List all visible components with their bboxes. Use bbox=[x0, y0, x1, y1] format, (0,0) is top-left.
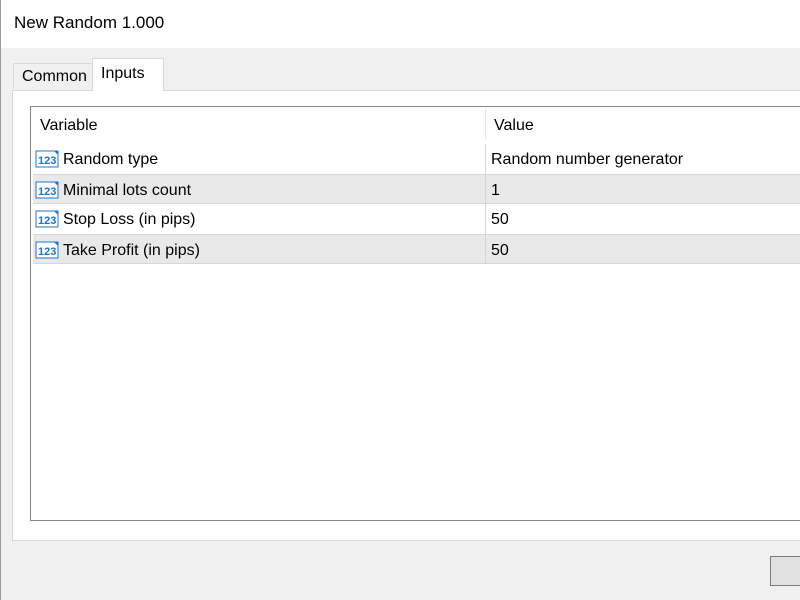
cell-divider bbox=[485, 144, 486, 174]
tab-inputs[interactable]: Inputs bbox=[92, 58, 164, 91]
svg-text:123: 123 bbox=[38, 246, 56, 258]
variable-name: Random type bbox=[63, 151, 159, 168]
cell-divider bbox=[485, 204, 486, 234]
table-row[interactable]: 123 Minimal lots count 1 bbox=[33, 174, 800, 204]
window-title: New Random 1.000 bbox=[14, 13, 165, 32]
column-header-variable[interactable]: Variable bbox=[31, 107, 495, 143]
number-123-icon: 123 bbox=[35, 150, 59, 168]
number-123-icon: 123 bbox=[35, 210, 59, 228]
cell-divider bbox=[485, 175, 486, 203]
table-row[interactable]: 123 Stop Loss (in pips) 50 bbox=[33, 204, 800, 234]
variable-value[interactable]: 50 bbox=[491, 235, 509, 265]
svg-text:123: 123 bbox=[38, 155, 56, 167]
variable-value[interactable]: 50 bbox=[491, 204, 509, 234]
window-border bbox=[0, 0, 1, 600]
table-row[interactable]: 123 Take Profit (in pips) 50 bbox=[33, 234, 800, 264]
svg-text:123: 123 bbox=[38, 215, 56, 227]
number-123-icon: 123 bbox=[35, 181, 59, 199]
title-bar: New Random 1.000 bbox=[0, 0, 800, 48]
variable-name: Stop Loss (in pips) bbox=[63, 211, 196, 228]
inputs-list-view[interactable]: Variable Value 123 Random type Random nu… bbox=[30, 106, 800, 521]
ok-button[interactable] bbox=[770, 556, 800, 586]
number-123-icon: 123 bbox=[35, 241, 59, 259]
variable-value[interactable]: Random number generator bbox=[491, 144, 683, 174]
variable-value[interactable]: 1 bbox=[491, 175, 500, 205]
variable-name: Take Profit (in pips) bbox=[63, 242, 200, 259]
column-header-value[interactable]: Value bbox=[486, 107, 800, 143]
cell-divider bbox=[485, 235, 486, 263]
tab-common[interactable]: Common bbox=[13, 63, 94, 89]
variable-name: Minimal lots count bbox=[63, 182, 192, 199]
list-header: Variable Value bbox=[31, 107, 800, 143]
svg-text:123: 123 bbox=[38, 186, 56, 198]
table-row[interactable]: 123 Random type Random number generator bbox=[33, 144, 800, 174]
